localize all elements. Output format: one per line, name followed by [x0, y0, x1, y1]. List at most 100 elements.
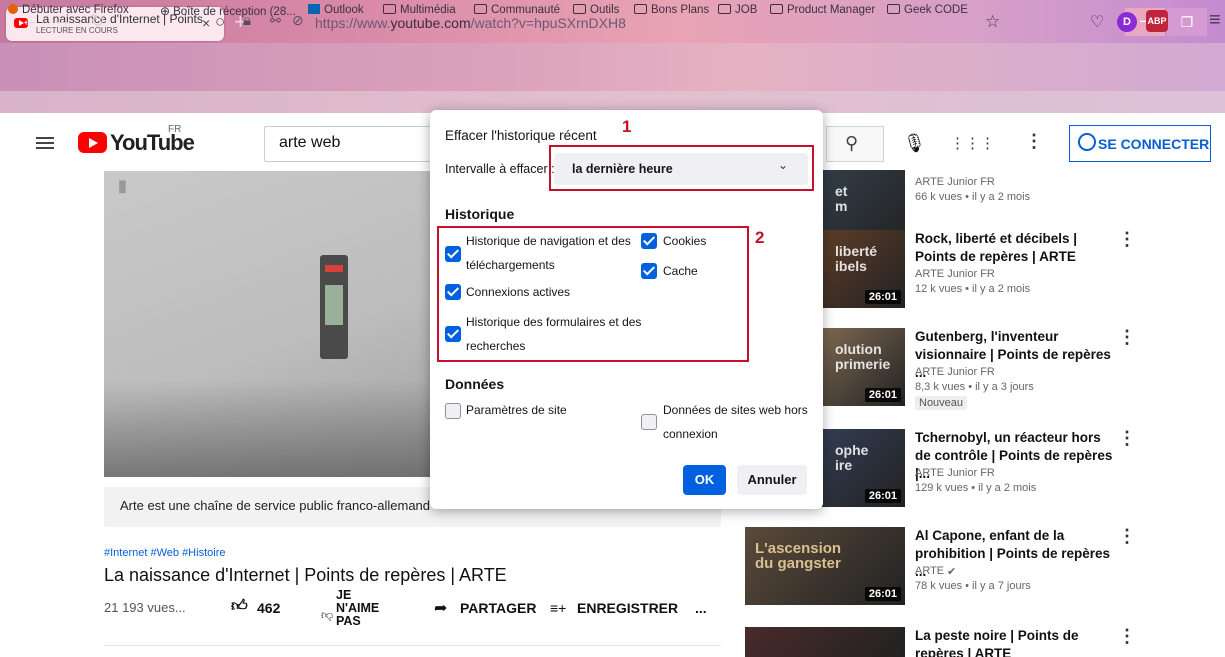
tab-status: LECTURE EN COURS: [36, 26, 118, 35]
thumbnail-text: et m: [835, 183, 848, 214]
account-icon: [1078, 133, 1096, 151]
folder-icon: [383, 4, 396, 14]
bookmark-firefox[interactable]: Débuter avec Firefox: [8, 4, 129, 16]
annotation-number-1: 1: [622, 117, 632, 136]
share-icon[interactable]: ➦: [434, 598, 447, 618]
label-site-settings[interactable]: Paramètres de site: [466, 398, 567, 422]
bookmark-geek-code[interactable]: Geek CODE: [887, 4, 968, 16]
channel-name[interactable]: ARTE Junior FR: [915, 176, 995, 188]
range-label: Intervalle à effacer :: [445, 162, 555, 176]
history-heading: Historique: [445, 206, 515, 222]
video-views[interactable]: 21 193 vues...: [104, 600, 186, 615]
thumbnail-text: olution primerie: [835, 341, 891, 372]
annotation-box-2: [437, 226, 749, 362]
video-meta: 66 k vues • il y a 2 mois: [915, 191, 1031, 203]
bookmark-star-icon[interactable]: ☆: [985, 12, 1000, 32]
menu-hamburger-icon[interactable]: ≡: [1209, 9, 1221, 32]
video-meta: 78 k vues • il y a 7 jours: [915, 580, 1031, 592]
divider: [104, 645, 721, 646]
video-duration: 26:01: [864, 388, 901, 402]
search-input-value: arte web: [279, 134, 341, 151]
apps-grid-icon[interactable]: ⋮⋮⋮: [950, 134, 995, 152]
settings-more-icon[interactable]: ⋮: [1025, 131, 1043, 152]
bookmark-job[interactable]: JOB: [718, 4, 757, 16]
annotation-box-1: [549, 145, 814, 191]
adblock-extension-icon[interactable]: ABP: [1146, 10, 1168, 32]
thumbnail-text: ophe ire: [835, 442, 869, 473]
save-playlist-icon[interactable]: ≡+: [550, 600, 566, 616]
bookmark-outlook[interactable]: Outlook: [308, 4, 364, 16]
video-thumbnail[interactable]: [745, 627, 905, 657]
microphone-icon[interactable]: 🎙︎: [903, 133, 926, 154]
video-options-icon[interactable]: ⋮: [1118, 229, 1136, 250]
checkbox-site-settings[interactable]: [445, 403, 461, 419]
bookmark-multimedia[interactable]: Multimédia: [383, 4, 456, 16]
video-hashtags[interactable]: #Internet #Web #Histoire: [104, 547, 225, 559]
url-prefix: https://www.: [315, 15, 391, 31]
folder-icon: [718, 4, 731, 14]
video-thumbnail[interactable]: L'ascension du gangster 26:01: [745, 527, 905, 605]
folder-icon: [474, 4, 487, 14]
thumbs-up-icon[interactable]: 👍︎: [231, 597, 248, 616]
search-icon[interactable]: ⚲: [845, 133, 858, 154]
checkbox-offline-data[interactable]: [641, 414, 657, 430]
recommended-video-title[interactable]: Rock, liberté et décibels | Points de re…: [915, 230, 1115, 266]
channel-name[interactable]: ARTE Junior FR: [915, 268, 995, 280]
video-meta: 12 k vues • il y a 2 mois: [915, 283, 1031, 295]
url-domain: youtube.com: [390, 15, 471, 31]
annotation-number-2: 2: [755, 228, 765, 247]
bookmark-product-manager[interactable]: Product Manager: [770, 4, 875, 16]
bookmark-community[interactable]: Communauté: [474, 4, 560, 16]
thumbs-down-icon[interactable]: 👎︎: [321, 608, 333, 623]
dislike-button[interactable]: JE N'AIME PAS: [336, 589, 396, 628]
share-button[interactable]: PARTAGER: [460, 600, 536, 616]
more-actions-icon[interactable]: ...: [695, 600, 707, 616]
guide-menu-icon[interactable]: [36, 137, 54, 149]
recommended-video-title[interactable]: La peste noire | Points de repères | ART…: [915, 627, 1115, 657]
pocket-icon[interactable]: ♡: [1090, 12, 1104, 32]
cancel-button[interactable]: Annuler: [737, 465, 807, 495]
logo-region: FR: [168, 124, 182, 135]
channel-name[interactable]: ARTE Junior FR: [915, 366, 995, 378]
video-meta: 129 k vues • il y a 2 mois: [915, 482, 1037, 494]
dialog-title: Effacer l'historique récent: [445, 128, 597, 143]
label-offline-data[interactable]: Données de sites web hors connexion: [663, 398, 808, 446]
folder-icon: [887, 4, 900, 14]
channel-name[interactable]: ARTE: [915, 565, 944, 577]
folder-icon: [573, 4, 586, 14]
bookmark-tools[interactable]: Outils: [573, 4, 619, 16]
verified-icon: ✔: [947, 566, 957, 578]
url-path: /watch?v=hpuSXrnDXH8: [470, 15, 626, 31]
account-avatar-icon[interactable]: D: [1117, 12, 1137, 32]
video-duration: 26:01: [864, 290, 901, 304]
firefox-icon: [8, 4, 18, 14]
recommended-video-title[interactable]: Al Capone, enfant de la prohibition | Po…: [915, 527, 1115, 581]
data-heading: Données: [445, 376, 505, 392]
navigation-bar: [0, 43, 1225, 91]
youtube-logo-icon[interactable]: [78, 132, 107, 153]
video-options-icon[interactable]: ⋮: [1118, 428, 1136, 449]
video-description: Arte est une chaîne de service public fr…: [120, 498, 430, 513]
url-bar[interactable]: https://www.youtube.com/watch?v=hpuSXrnD…: [315, 15, 626, 31]
globe-icon: ⊕: [160, 4, 171, 18]
bookmark-inbox[interactable]: ⊕ Boîte de réception (28...: [160, 4, 296, 18]
folder-icon: [770, 4, 783, 14]
video-title: La naissance d'Internet | Points de repè…: [104, 565, 507, 585]
ok-button[interactable]: OK: [683, 465, 726, 495]
video-options-icon[interactable]: ⋮: [1118, 327, 1136, 348]
video-options-icon[interactable]: ⋮: [1118, 626, 1136, 647]
video-duration: 26:01: [864, 489, 901, 503]
thumbnail-text: liberté ibels: [835, 243, 878, 274]
video-meta: 8,3 k vues • il y a 3 jours: [915, 381, 1034, 393]
thumbnail-text: L'ascension du gangster: [755, 540, 842, 572]
video-options-icon[interactable]: ⋮: [1118, 526, 1136, 547]
outlook-icon: [308, 4, 320, 14]
video-scene-device: [320, 255, 348, 359]
new-badge: Nouveau: [915, 396, 968, 410]
channel-name[interactable]: ARTE Junior FR: [915, 467, 995, 479]
maximize-button[interactable]: ❐: [1167, 8, 1207, 36]
bookmark-deals[interactable]: Bons Plans: [634, 4, 709, 16]
save-button[interactable]: ENREGISTRER: [577, 600, 678, 616]
like-count[interactable]: 462: [257, 600, 280, 616]
video-duration: 26:01: [864, 587, 901, 601]
